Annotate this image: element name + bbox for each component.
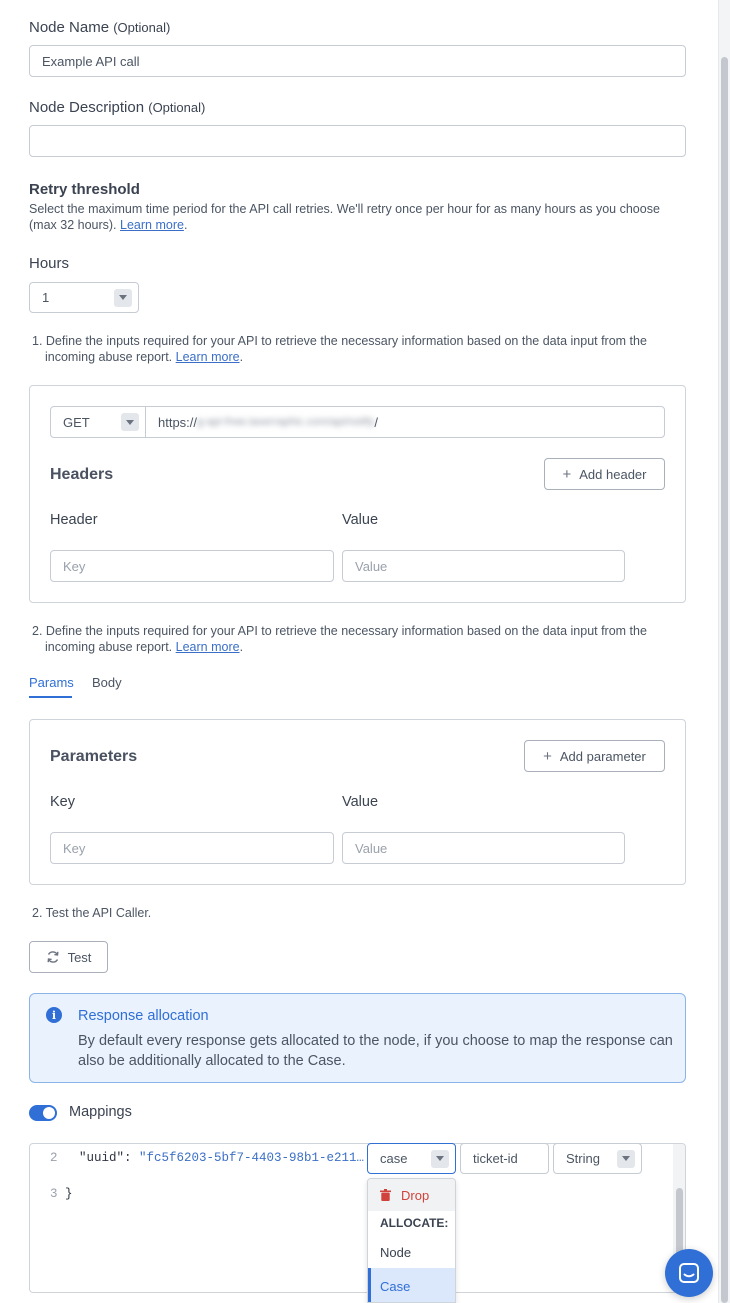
- headers-col-key: Header: [50, 512, 98, 528]
- url-blurred: g-api-frwe.taxerraphic.com/api/notify: [197, 416, 375, 428]
- test-step-text: 2. Test the API Caller.: [32, 906, 152, 920]
- parameters-col-key: Key: [50, 794, 75, 810]
- parameters-title: Parameters: [50, 748, 138, 765]
- dropdown-item-node[interactable]: Node: [368, 1237, 455, 1267]
- code-key: "uuid":: [79, 1151, 140, 1165]
- node-name-optional: (Optional): [113, 20, 171, 35]
- headers-col-value: Value: [342, 512, 379, 528]
- retry-description-suffix: .: [183, 218, 188, 232]
- hours-label: Hours: [29, 255, 70, 272]
- node-description-label: Node Description (Optional): [29, 99, 205, 116]
- node-name-input[interactable]: Example API call: [29, 45, 686, 77]
- method-value: GET: [63, 414, 90, 430]
- plus-icon: +: [543, 747, 552, 765]
- test-button[interactable]: Test: [29, 941, 108, 973]
- step2-learn-more-link[interactable]: Learn more: [176, 640, 240, 654]
- tab-params-indicator: [29, 696, 72, 698]
- step1-learn-more-link[interactable]: Learn more: [176, 350, 240, 364]
- mappings-label: Mappings: [69, 1104, 132, 1120]
- code-closing-brace: }: [65, 1187, 73, 1201]
- add-header-label: Add header: [579, 466, 647, 482]
- parameter-value-placeholder: Value: [355, 840, 388, 856]
- chat-launcher-button[interactable]: [665, 1249, 713, 1297]
- page-scrollbar[interactable]: [718, 0, 730, 1303]
- url-prefix: https://: [158, 414, 198, 430]
- parameter-value-input[interactable]: Value: [342, 832, 625, 864]
- headers-title: Headers: [50, 466, 114, 483]
- chevron-down-icon: [114, 288, 132, 307]
- dropdown-drop-label: Drop: [401, 1187, 430, 1203]
- dropdown-item-drop[interactable]: Drop: [368, 1179, 455, 1211]
- header-value-input[interactable]: Value: [342, 550, 625, 582]
- step2-suffix: .: [239, 640, 244, 654]
- parameter-key-placeholder: Key: [63, 840, 86, 856]
- retry-description: Select the maximum time period for the A…: [29, 201, 689, 233]
- step1-text-content: 1. Define the inputs required for your A…: [32, 334, 647, 364]
- method-select[interactable]: GET: [50, 406, 146, 438]
- mappings-toggle-knob: [43, 1107, 55, 1119]
- refresh-icon: [47, 951, 59, 963]
- header-key-placeholder: Key: [63, 558, 86, 574]
- chevron-down-icon: [431, 1149, 449, 1168]
- node-name-value: Example API call: [42, 53, 140, 69]
- allocation-target-value: case: [380, 1151, 408, 1166]
- response-allocation-info: i Response allocation By default every r…: [29, 993, 686, 1083]
- dropdown-item-case[interactable]: Case: [368, 1268, 455, 1302]
- mapping-field-input[interactable]: ticket-id: [460, 1143, 549, 1174]
- info-icon: i: [46, 1007, 62, 1023]
- node-description-input[interactable]: [29, 125, 686, 157]
- allocation-target-select[interactable]: case: [367, 1143, 456, 1174]
- step1-text: 1. Define the inputs required for your A…: [32, 333, 682, 365]
- plus-icon: +: [562, 465, 572, 483]
- step1-suffix: .: [239, 350, 244, 364]
- allocation-dropdown: Drop ALLOCATE: Node Case: [367, 1178, 456, 1303]
- add-parameter-button[interactable]: + Add parameter: [524, 740, 665, 772]
- line-number: 2: [50, 1151, 58, 1165]
- node-description-label-text: Node Description: [29, 99, 145, 116]
- step2-text: 2. Define the inputs required for your A…: [32, 623, 682, 655]
- page-scrollbar-thumb[interactable]: [721, 57, 728, 1303]
- chat-icon: [679, 1263, 699, 1283]
- request-panel: GET https://g-api-frwe.taxerraphic.com/a…: [29, 385, 686, 603]
- code-line-uuid: "uuid": "fc5f6203-5bf7-4403-98b1-e211…: [79, 1151, 364, 1165]
- add-parameter-label: Add parameter: [559, 748, 646, 764]
- response-allocation-text: By default every response gets allocated…: [78, 1033, 673, 1069]
- mappings-toggle[interactable]: [29, 1105, 57, 1121]
- trash-icon: [380, 1189, 391, 1201]
- node-name-label: Node Name (Optional): [29, 19, 170, 36]
- step2-text-content: 2. Define the inputs required for your A…: [32, 624, 647, 654]
- mapping-field-value: ticket-id: [473, 1151, 518, 1166]
- mapping-type-value: String: [566, 1151, 600, 1166]
- chevron-down-icon: [617, 1149, 635, 1168]
- parameter-key-input[interactable]: Key: [50, 832, 334, 864]
- parameters-panel: Parameters + Add parameter Key Value Key…: [29, 719, 686, 885]
- add-header-button[interactable]: + Add header: [544, 458, 665, 490]
- parameters-col-value: Value: [342, 794, 379, 810]
- chevron-down-icon: [121, 413, 139, 431]
- url-suffix: /: [374, 414, 378, 430]
- retry-title: Retry threshold: [29, 181, 140, 198]
- line-number: 3: [50, 1187, 58, 1201]
- hours-select[interactable]: 1: [29, 282, 139, 313]
- node-name-label-text: Node Name: [29, 19, 110, 36]
- url-input[interactable]: https://g-api-frwe.taxerraphic.com/api/n…: [145, 406, 665, 438]
- hours-value: 1: [42, 290, 50, 305]
- code-value: "fc5f6203-5bf7-4403-98b1-e211…: [139, 1151, 365, 1165]
- response-allocation-title: Response allocation: [78, 1008, 209, 1024]
- tab-params[interactable]: Params: [29, 675, 74, 690]
- dropdown-section-allocate: ALLOCATE:: [380, 1216, 449, 1230]
- retry-learn-more-link[interactable]: Learn more: [120, 218, 184, 232]
- mapping-type-select[interactable]: String: [553, 1143, 642, 1174]
- header-key-input[interactable]: Key: [50, 550, 334, 582]
- node-description-optional: (Optional): [148, 100, 206, 115]
- header-value-placeholder: Value: [355, 558, 388, 574]
- test-button-label: Test: [67, 949, 92, 965]
- tab-body[interactable]: Body: [92, 675, 122, 690]
